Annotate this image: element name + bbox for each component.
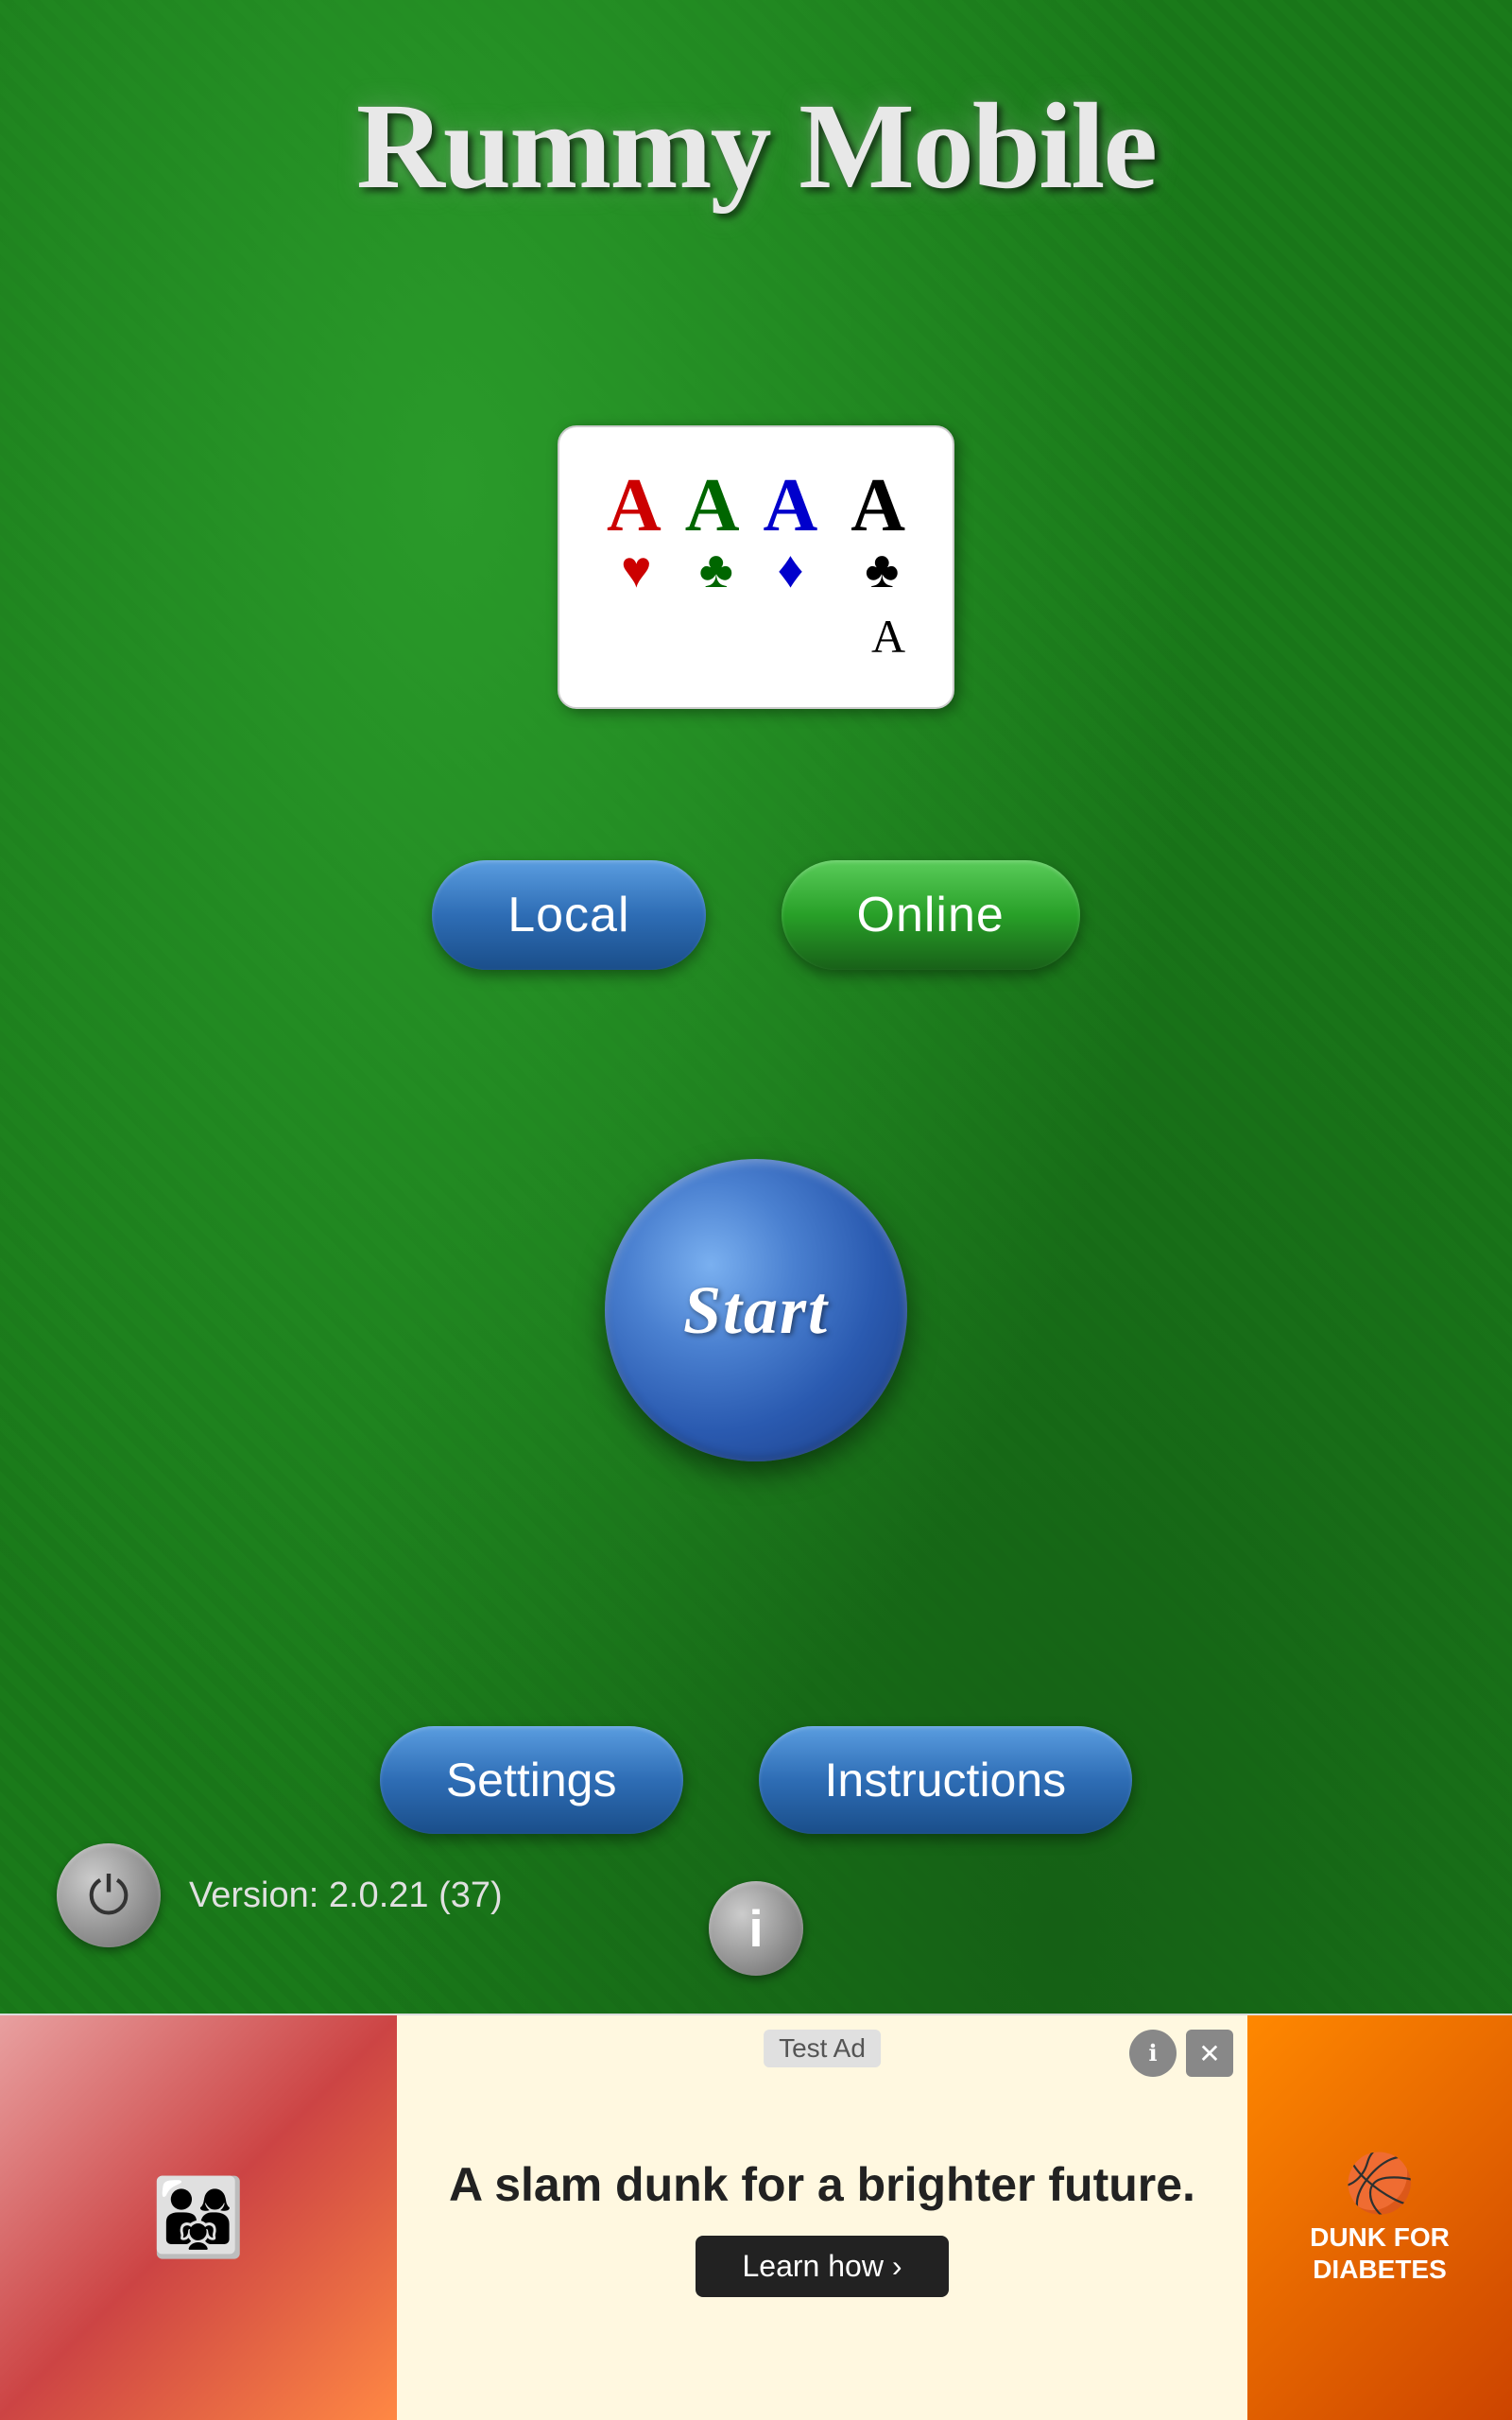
ad-people-icon: 👨‍👩‍👧 — [151, 2173, 246, 2262]
ad-close-button[interactable]: ✕ — [1186, 2030, 1233, 2077]
cards-display: A ♥ A ♣ A ♦ A ♣ A — [558, 425, 954, 709]
ad-image: 👨‍👩‍👧 — [0, 2015, 397, 2420]
ad-test-label: Test Ad — [764, 2030, 881, 2067]
power-icon: ⏻ — [88, 1865, 129, 1927]
power-version-row: ⏻ Version: 2.0.21 (37) — [57, 1843, 503, 1947]
ad-info-icon-button[interactable]: ℹ — [1129, 2030, 1177, 2077]
power-section: ⏻ Version: 2.0.21 (37) — [57, 1843, 503, 1947]
instructions-button[interactable]: Instructions — [759, 1726, 1133, 1834]
ace-green-suit: ♣ — [699, 540, 733, 599]
power-button[interactable]: ⏻ — [57, 1843, 161, 1947]
online-button[interactable]: Online — [782, 860, 1080, 970]
ad-learn-button[interactable]: Learn how › — [696, 2236, 950, 2297]
info-button-container: i — [709, 1881, 803, 1976]
ace-black-bottom: A — [871, 609, 905, 664]
ace-red-suit: ♥ — [621, 540, 652, 599]
ad-basketball-icon: 🏀 — [1345, 2150, 1416, 2217]
start-button[interactable]: Start — [605, 1159, 907, 1461]
ace-black-letter: A — [850, 472, 905, 540]
ad-content: Test Ad A slam dunk for a brighter futur… — [397, 2015, 1247, 2420]
ad-banner: 👨‍👩‍👧 Test Ad A slam dunk for a brighter… — [0, 2014, 1512, 2420]
bottom-buttons-row: Settings Instructions — [380, 1726, 1132, 1834]
ad-logo-text: DUNK FOR DIABETES — [1266, 2221, 1493, 2285]
start-button-container: Start — [605, 1159, 907, 1461]
ace-green-letter: A — [685, 472, 740, 540]
mode-buttons-row: Local Online — [432, 860, 1080, 970]
cards-fan: A ♥ A ♣ A ♦ A ♣ A — [558, 425, 954, 709]
card-clubs-black: A ♣ A — [841, 462, 915, 673]
settings-button[interactable]: Settings — [380, 1726, 683, 1834]
card-diamonds-blue: A ♦ — [754, 462, 828, 609]
ad-main-text: A slam dunk for a brighter future. — [449, 2157, 1195, 2212]
card-clubs-green: A ♣ — [676, 462, 749, 609]
card-inner: A ♥ A ♣ A ♦ A ♣ A — [578, 448, 934, 687]
ace-black-suit: ♣ — [865, 540, 899, 599]
card-hearts: A ♥ — [597, 462, 671, 609]
ace-blue-letter: A — [764, 472, 818, 540]
ace-red-letter: A — [607, 472, 662, 540]
app-title: Rummy Mobile — [356, 76, 1156, 217]
version-label: Version: 2.0.21 (37) — [189, 1876, 503, 1916]
info-button[interactable]: i — [709, 1881, 803, 1976]
ad-logo: 🏀 DUNK FOR DIABETES — [1247, 2015, 1512, 2420]
local-button[interactable]: Local — [432, 860, 705, 970]
ace-blue-suit: ♦ — [778, 540, 804, 599]
